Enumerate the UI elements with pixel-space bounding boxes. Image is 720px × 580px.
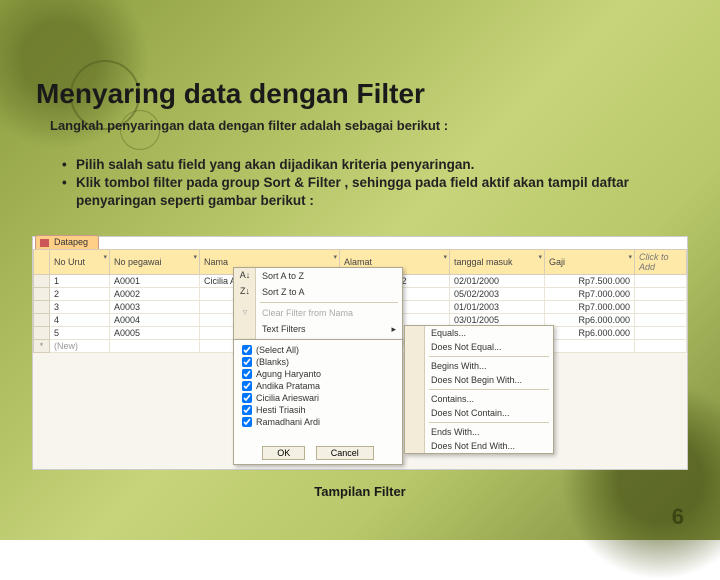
filter-checkbox[interactable]: [242, 405, 252, 415]
dropdown-icon[interactable]: ▾: [103, 253, 107, 261]
filter-value-list: (Select All) (Blanks) Agung Haryanto And…: [240, 344, 396, 436]
figure-caption: Tampilan Filter: [0, 484, 720, 499]
cancel-button[interactable]: Cancel: [316, 446, 374, 460]
menu-text-filters[interactable]: Text Filters▸: [234, 321, 402, 337]
filter-item[interactable]: Hesti Triasih: [240, 404, 396, 416]
dropdown-icon[interactable]: ▾: [193, 253, 197, 261]
datasheet-grid: No Urut▾ No pegawai▾ Nama▾ Alamat▾ tangg…: [33, 249, 687, 469]
sort-desc-icon: Z↓: [238, 286, 252, 298]
submenu-not-equal[interactable]: Does Not Equal...: [405, 340, 553, 354]
dropdown-icon[interactable]: ▾: [538, 253, 542, 261]
sort-asc-icon: A↓: [238, 270, 252, 282]
column-header[interactable]: Gaji▾: [545, 250, 635, 275]
submenu-not-contain[interactable]: Does Not Contain...: [405, 406, 553, 420]
submenu-arrow-icon: ▸: [391, 324, 396, 335]
filter-item[interactable]: Agung Haryanto: [240, 368, 396, 380]
filter-checkbox[interactable]: [242, 417, 252, 427]
menu-sort-az[interactable]: A↓Sort A to Z: [234, 268, 402, 284]
column-header[interactable]: tanggal masuk▾: [450, 250, 545, 275]
submenu-begins-with[interactable]: Begins With...: [405, 359, 553, 373]
submenu-not-begin-with[interactable]: Does Not Begin With...: [405, 373, 553, 387]
bullet-item: Pilih salah satu field yang akan dijadik…: [62, 156, 662, 174]
page-number: 6: [672, 504, 684, 530]
filter-context-menu: A↓Sort A to Z Z↓Sort Z to A ▿Clear Filte…: [233, 267, 403, 343]
clear-filter-icon: ▿: [238, 307, 252, 319]
bullet-list: Pilih salah satu field yang akan dijadik…: [62, 156, 662, 211]
filter-checkbox[interactable]: [242, 357, 252, 367]
column-header-add[interactable]: Click to Add: [635, 250, 687, 275]
tab-label: Datapeg: [54, 237, 88, 247]
filter-checkbox-panel: (Select All) (Blanks) Agung Haryanto And…: [233, 339, 403, 465]
dropdown-icon[interactable]: ▾: [628, 253, 632, 261]
ok-button[interactable]: OK: [262, 446, 305, 460]
dropdown-icon[interactable]: ▾: [443, 253, 447, 261]
filter-item[interactable]: Ramadhani Ardi: [240, 416, 396, 428]
row-selector-header[interactable]: [34, 250, 50, 275]
submenu-contains[interactable]: Contains...: [405, 392, 553, 406]
filter-checkbox[interactable]: [242, 369, 252, 379]
submenu-not-end-with[interactable]: Does Not End With...: [405, 439, 553, 453]
filter-checkbox[interactable]: [242, 393, 252, 403]
bullet-item: Klik tombol filter pada group Sort & Fil…: [62, 174, 662, 210]
slide: Menyaring data dengan Filter Langkah pen…: [0, 0, 720, 540]
column-header[interactable]: No pegawai▾: [110, 250, 200, 275]
submenu-ends-with[interactable]: Ends With...: [405, 425, 553, 439]
submenu-equals[interactable]: Equals...: [405, 326, 553, 340]
datasheet-tab[interactable]: Datapeg: [35, 235, 99, 249]
slide-subtitle: Langkah penyaringan data dengan filter a…: [50, 118, 448, 133]
menu-sort-za[interactable]: Z↓Sort Z to A: [234, 284, 402, 300]
filter-checkbox[interactable]: [242, 381, 252, 391]
column-header[interactable]: No Urut▾: [50, 250, 110, 275]
slide-title: Menyaring data dengan Filter: [36, 78, 425, 110]
filter-item[interactable]: Andika Pratama: [240, 380, 396, 392]
menu-clear-filter: ▿Clear Filter from Nama: [234, 305, 402, 321]
filter-item[interactable]: (Select All): [240, 344, 396, 356]
text-filters-submenu: Equals... Does Not Equal... Begins With.…: [404, 325, 554, 454]
filter-checkbox[interactable]: [242, 345, 252, 355]
filter-item[interactable]: Cicilia Arieswari: [240, 392, 396, 404]
access-screenshot: Datapeg No Urut▾ No pegawai▾ Nama▾ Alama…: [32, 236, 688, 470]
dropdown-icon[interactable]: ▾: [333, 253, 337, 261]
filter-item[interactable]: (Blanks): [240, 356, 396, 368]
